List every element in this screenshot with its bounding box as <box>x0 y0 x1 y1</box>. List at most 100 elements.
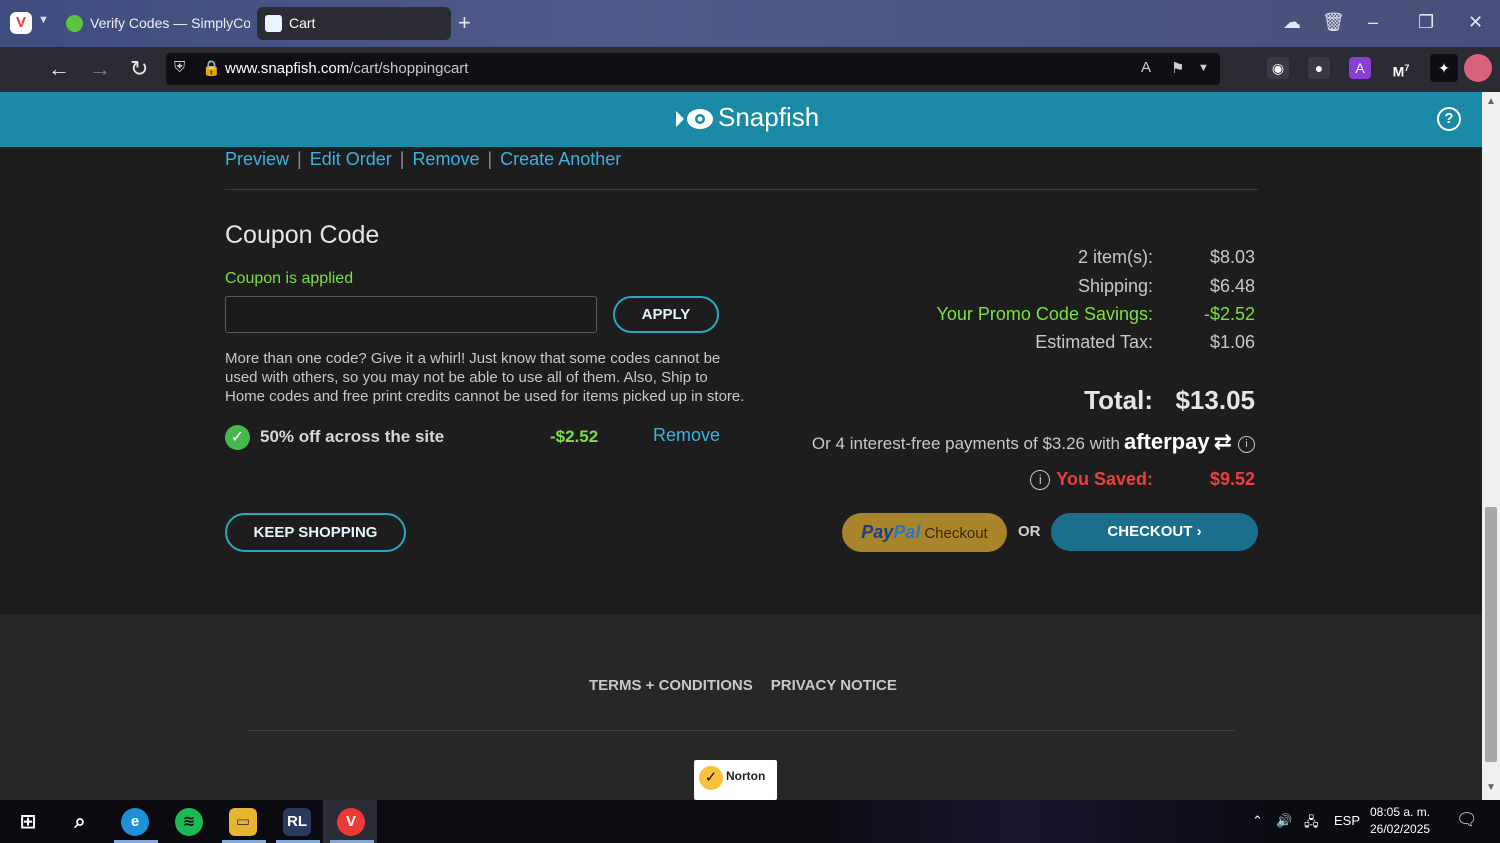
summary-total-row: Total: $13.05 <box>1084 385 1255 415</box>
site-header: Snapfish ? <box>0 92 1482 147</box>
footer-divider <box>248 730 1235 731</box>
item-action-links: Preview | Edit Order | Remove | Create Another <box>225 149 621 170</box>
trash-icon[interactable]: 🗑 <box>1322 12 1345 33</box>
windows-start-icon[interactable]: ⊞ <box>14 808 42 836</box>
vivaldi-taskbar-icon[interactable]: V <box>337 808 365 836</box>
file-explorer-icon[interactable]: ▭ <box>229 808 257 836</box>
footer-links: TERMS + CONDITIONS PRIVACY NOTICE <box>589 677 897 694</box>
restore-icon[interactable]: ❐ <box>1418 12 1434 33</box>
remove-item-link[interactable]: Remove <box>412 149 479 169</box>
spotify-icon[interactable]: ≋ <box>175 808 203 836</box>
divider <box>225 189 1258 190</box>
summary-promo-row: Your Promo Code Savings: -$2.52 <box>936 304 1255 324</box>
robot-extension-icon[interactable]: ● <box>1308 57 1330 79</box>
simplycodes-favicon-icon <box>66 15 83 32</box>
browser-tab-bar: V ▼ Verify Codes — SimplyCodes Cart + ☁ … <box>0 0 1500 47</box>
paypal-checkout-button[interactable]: PayPal Checkout <box>842 513 1007 552</box>
site-footer: TERMS + CONDITIONS PRIVACY NOTICE ✓ Norton <box>0 614 1482 800</box>
rl-app-icon[interactable]: RL <box>283 808 311 836</box>
language-indicator[interactable]: ESP <box>1334 813 1360 828</box>
checkmark-icon: ✓ <box>699 766 723 790</box>
vivaldi-menu-icon[interactable]: V <box>10 12 32 34</box>
terms-link[interactable]: TERMS + CONDITIONS <box>589 677 753 694</box>
cloud-icon[interactable]: ☁ <box>1283 12 1301 33</box>
scroll-down-icon[interactable]: ▼ <box>1486 782 1496 793</box>
checkout-button[interactable]: CHECKOUT › <box>1051 513 1258 551</box>
close-icon[interactable]: ✕ <box>1468 12 1483 33</box>
create-another-link[interactable]: Create Another <box>500 149 621 169</box>
page-scrollbar[interactable]: ▲ ▼ <box>1482 92 1500 800</box>
minimize-icon[interactable]: – <box>1368 12 1378 33</box>
brand-logo[interactable]: Snapfish <box>676 102 819 133</box>
remove-coupon-link[interactable]: Remove <box>653 425 720 446</box>
afterpay-logo: afterpay <box>1123 429 1210 454</box>
applied-coupon-amount: -$2.52 <box>550 427 599 446</box>
notifications-icon[interactable]: 🗨 <box>1456 810 1478 830</box>
summary-tax-row: Estimated Tax: $1.06 <box>1035 332 1255 352</box>
back-icon[interactable]: ← <box>48 56 70 82</box>
search-icon[interactable]: ⌕ <box>66 808 94 836</box>
shield-icon[interactable]: ⛨ <box>174 59 185 76</box>
tab-title: Cart <box>289 15 316 31</box>
tab-cart[interactable]: Cart <box>257 7 451 40</box>
afterpay-loop-icon: ⇄ <box>1213 429 1232 454</box>
edit-order-link[interactable]: Edit Order <box>310 149 392 169</box>
network-icon[interactable]: 🖧 <box>1304 813 1319 835</box>
chevron-down-icon[interactable]: ▼ <box>38 14 49 26</box>
cart-page: Preview | Edit Order | Remove | Create Another… <box>0 147 1482 800</box>
summary-shipping-row: Shipping: $6.48 <box>1077 276 1255 296</box>
coupon-status: Coupon is applied <box>225 270 354 287</box>
system-clock[interactable]: 08:05 a. m. 26/02/2025 <box>1370 804 1430 838</box>
puzzle-extensions-icon[interactable]: ✦ <box>1430 54 1458 82</box>
preview-link[interactable]: Preview <box>225 149 289 169</box>
windows-taskbar: ⊞ ⌕ e ≋ ▭ RL V ⌃ 🔊 🖧 ESP 08:05 a. m. 26/… <box>0 800 1500 843</box>
chevron-right-icon: › <box>1196 523 1202 540</box>
coupon-input[interactable] <box>225 296 597 333</box>
forward-icon[interactable]: → <box>89 56 111 82</box>
separator: | <box>399 149 405 169</box>
reader-extension-icon[interactable]: ◉ <box>1267 57 1289 79</box>
fish-logo-icon <box>676 109 713 130</box>
saved-row: i You Saved: $9.52 <box>1030 469 1255 491</box>
chevron-down-icon[interactable]: ▼ <box>1198 62 1209 74</box>
speaker-icon[interactable]: 🔊 <box>1276 813 1292 829</box>
chevron-up-icon[interactable]: ⌃ <box>1252 813 1263 829</box>
snapfish-favicon-icon <box>265 15 282 32</box>
bookmark-icon[interactable]: ⚑ <box>1171 59 1184 77</box>
coupon-help-text: More than one code? Give it a whirl! Jus… <box>225 350 745 405</box>
afterpay-row: Or 4 interest-free payments of $3.26 wit… <box>812 429 1255 455</box>
paypal-logo: Pal <box>893 522 921 542</box>
coupon-title: Coupon Code <box>225 221 380 249</box>
info-icon[interactable]: i <box>1030 470 1051 491</box>
summary-items-row: 2 item(s): $8.03 <box>1077 247 1255 267</box>
check-circle-icon: ✓ <box>225 425 250 450</box>
privacy-link[interactable]: PRIVACY NOTICE <box>771 677 897 694</box>
paypal-logo: Pay <box>861 522 894 542</box>
scroll-thumb[interactable] <box>1485 507 1497 762</box>
url-text[interactable]: www.snapfish.com/cart/shoppingcart <box>225 60 468 77</box>
info-icon[interactable]: i <box>1238 436 1255 454</box>
keep-shopping-button[interactable]: KEEP SHOPPING <box>225 513 406 552</box>
tab-title: Verify Codes — SimplyCodes <box>90 15 250 31</box>
separator: | <box>487 149 493 169</box>
reload-icon[interactable]: ↻ <box>130 56 148 82</box>
brand-name: Snapfish <box>718 102 820 132</box>
new-tab-icon[interactable]: + <box>458 10 471 36</box>
edge-icon[interactable]: e <box>121 808 149 836</box>
address-bar[interactable]: ⛨ 🔒 www.snapfish.com/cart/shoppingcart A… <box>166 53 1220 85</box>
m-extension-icon[interactable]: M7 <box>1390 57 1412 80</box>
avatar[interactable] <box>1464 54 1492 82</box>
applied-coupon-name: 50% off across the site <box>260 427 445 446</box>
apply-button[interactable]: APPLY <box>613 296 719 333</box>
tab-verify-codes[interactable]: Verify Codes — SimplyCodes <box>58 7 250 40</box>
translate-icon[interactable]: A <box>1141 59 1151 76</box>
norton-secured-badge[interactable]: ✓ Norton <box>694 760 777 800</box>
a-extension-icon[interactable]: A <box>1349 57 1371 79</box>
scroll-up-icon[interactable]: ▲ <box>1486 96 1496 107</box>
browser-toolbar: ← → ↻ ⛨ 🔒 www.snapfish.com/cart/shopping… <box>0 47 1500 92</box>
applied-coupon-row: ✓ 50% off across the site -$2.52 Remove <box>225 423 725 451</box>
or-label: OR <box>1018 523 1041 540</box>
lock-icon[interactable]: 🔒 <box>202 59 221 77</box>
help-icon[interactable]: ? <box>1437 107 1461 131</box>
separator: | <box>297 149 302 169</box>
